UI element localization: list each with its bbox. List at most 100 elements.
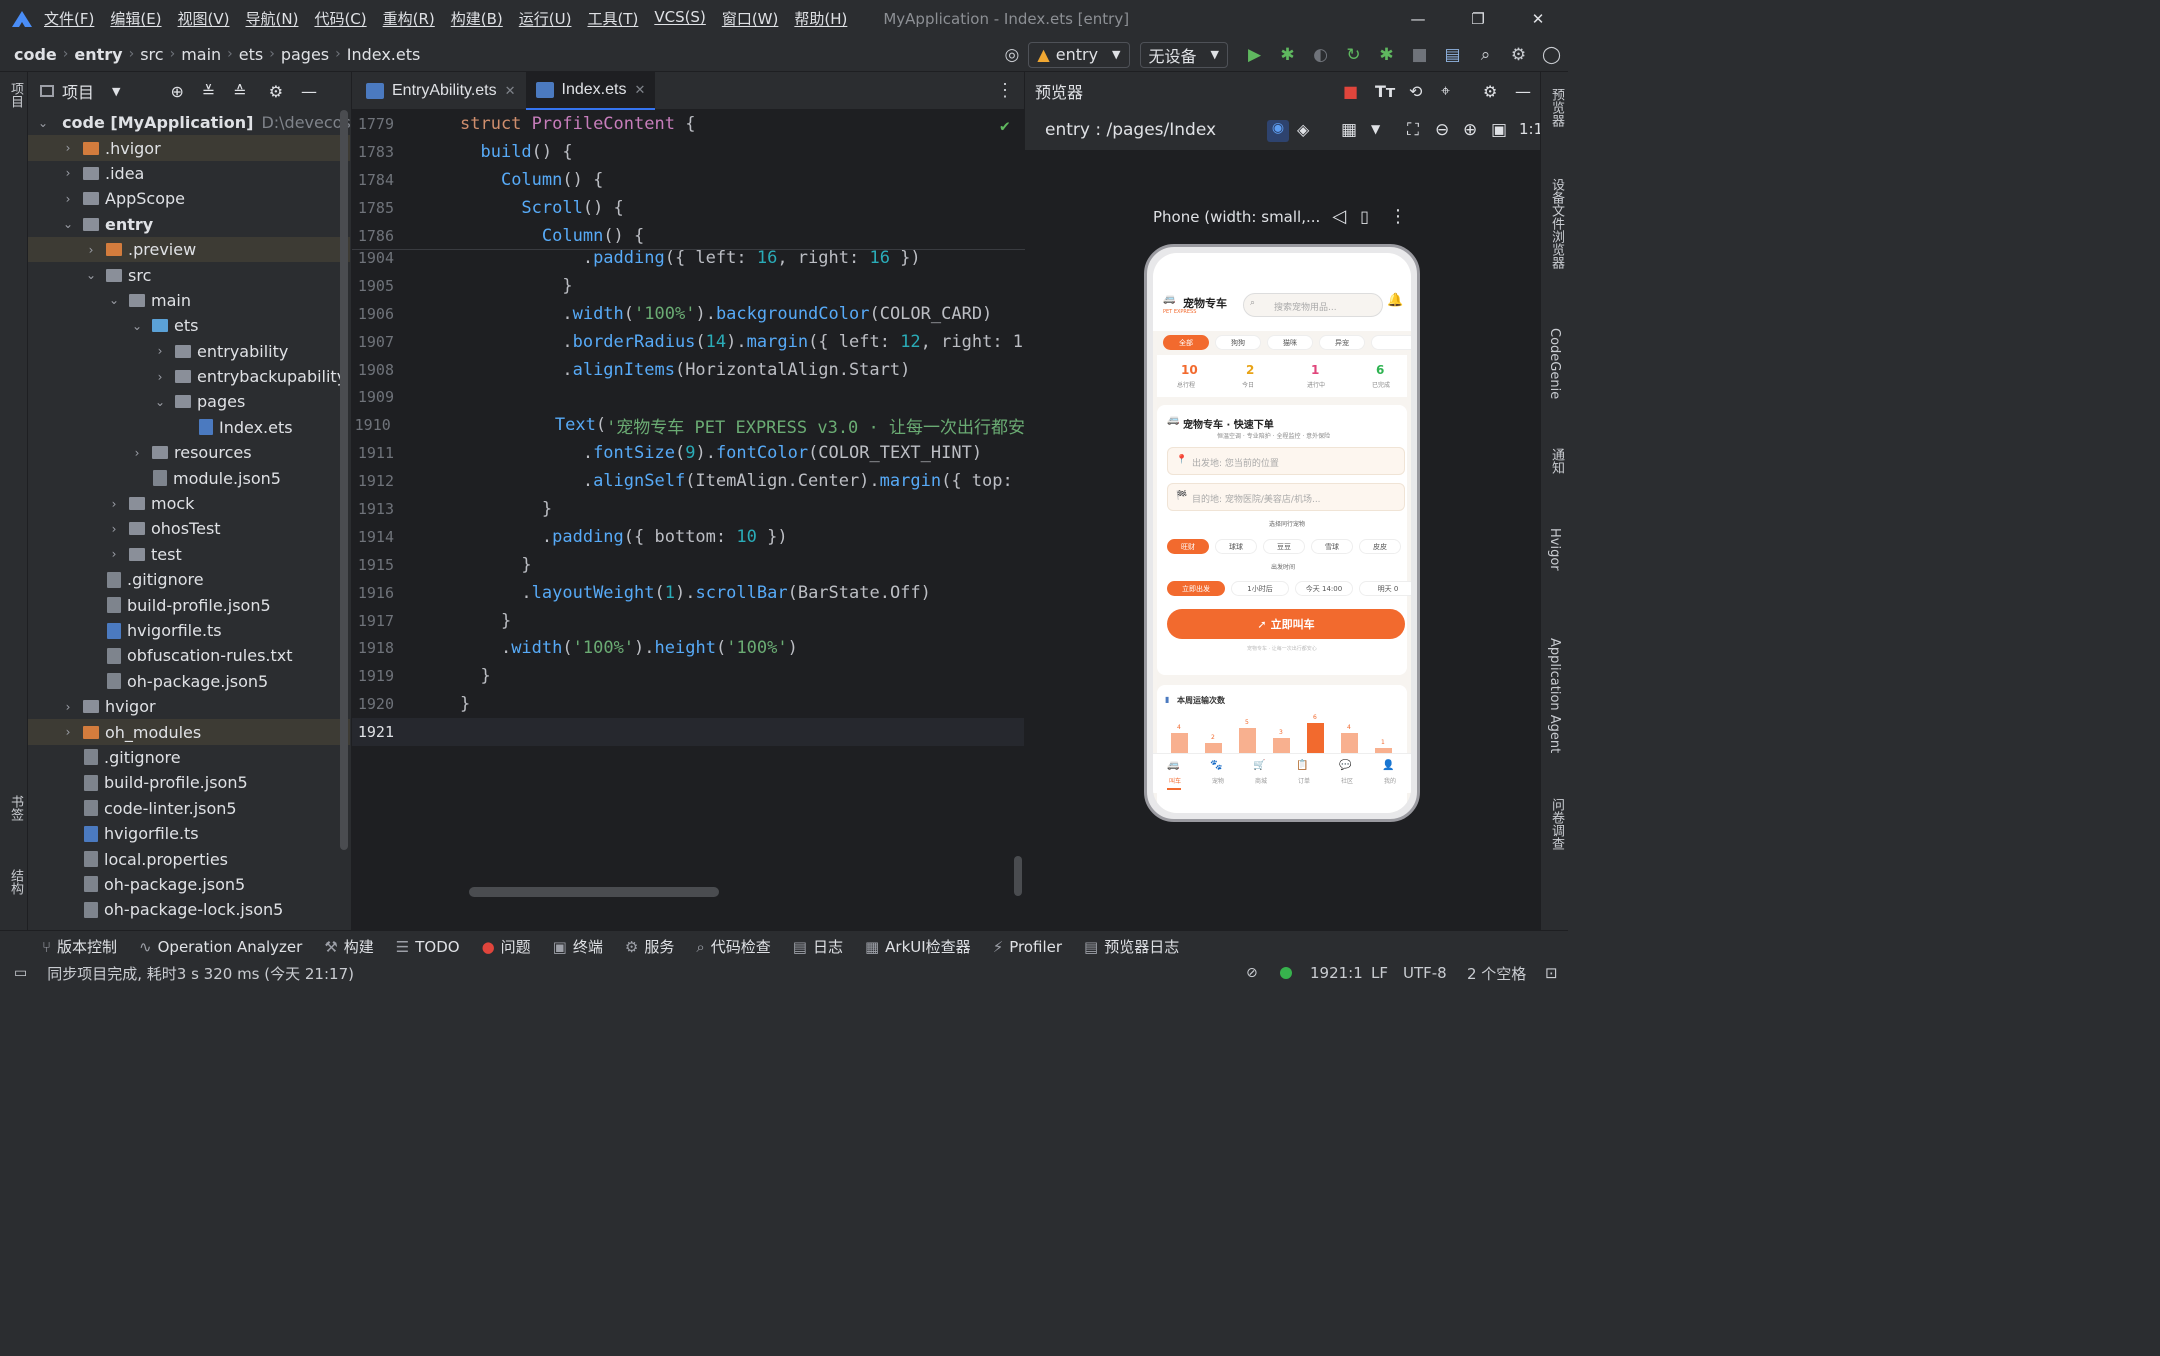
collapse-all-icon[interactable]: ≙ <box>233 82 246 101</box>
breadcrumb-item[interactable]: code <box>14 45 57 64</box>
close-tab-icon[interactable]: ✕ <box>634 82 645 98</box>
refresh-icon[interactable]: ⟲ <box>1409 82 1422 101</box>
chevron-right-icon[interactable]: › <box>61 192 75 206</box>
menu-item[interactable]: 重构(R) <box>383 8 435 29</box>
component-mode-icon[interactable]: ◉ <box>1267 120 1289 142</box>
tree-row[interactable]: ⌄ ets <box>28 313 350 338</box>
chevron-right-icon[interactable]: › <box>153 370 167 384</box>
right-tool-tab[interactable]: Hvigor <box>1547 528 1562 571</box>
menu-item[interactable]: VCS(S) <box>654 8 705 29</box>
chevron-right-icon[interactable]: › <box>61 166 75 180</box>
menu-item[interactable]: 导航(N) <box>246 8 299 29</box>
menu-item[interactable]: 构建(B) <box>451 8 503 29</box>
editor-tab[interactable]: Index.ets ✕ <box>525 71 656 110</box>
tree-row[interactable]: hvigorfile.ts <box>28 821 350 846</box>
time-chip[interactable]: 今天 14:00 <box>1295 581 1353 596</box>
settings-icon[interactable]: ⚙ <box>1502 45 1535 65</box>
tree-row[interactable]: › hvigor <box>28 694 350 719</box>
tree-row[interactable]: obfuscation-rules.txt <box>28 643 350 668</box>
filter-chip[interactable]: 猫咪 <box>1267 335 1313 350</box>
tree-row[interactable]: Index.ets <box>28 415 350 440</box>
tool-window-button[interactable]: ▦ ArkUI检查器 <box>865 936 971 957</box>
line-separator[interactable]: LF <box>1371 964 1388 982</box>
time-chip[interactable]: 明天 0 <box>1359 581 1411 596</box>
editor-tab[interactable]: EntryAbility.ets ✕ <box>356 72 526 110</box>
chevron-down-icon[interactable]: ▼ <box>112 85 120 98</box>
tree-row[interactable]: › .preview <box>28 236 350 263</box>
nav-label[interactable]: 社区 <box>1341 776 1353 785</box>
tree-row[interactable]: › resources <box>28 440 350 465</box>
destination-input[interactable]: 🏁 目的地: 宠物医院/美容店/机场... <box>1167 483 1405 511</box>
filter-chip[interactable]: 狗狗 <box>1215 335 1261 350</box>
stop-icon[interactable]: ■ <box>1403 45 1436 65</box>
chevron-right-icon[interactable]: › <box>107 547 121 561</box>
tree-row[interactable]: .gitignore <box>28 567 350 592</box>
tree-row[interactable]: ⌄ code [MyApplication] D:\devecostu <box>28 110 350 135</box>
filter-chip[interactable]: 全部 <box>1163 335 1209 350</box>
nav-label[interactable]: 我的 <box>1384 776 1396 785</box>
search-box[interactable]: ⌕ 搜索宠物用品... <box>1243 293 1383 317</box>
tree-row[interactable]: oh-package.json5 <box>28 872 350 897</box>
menu-item[interactable]: 文件(F) <box>44 8 94 29</box>
chevron-right-icon[interactable]: › <box>84 243 98 257</box>
more-icon[interactable]: ⋮ <box>1389 206 1407 227</box>
right-tool-tab[interactable]: 问卷调查 <box>1547 798 1566 850</box>
account-icon[interactable]: ◯ <box>1535 45 1568 65</box>
tool-window-button[interactable]: ⑂ 版本控制 <box>42 936 117 957</box>
pet-chip[interactable]: 雪球 <box>1311 539 1353 554</box>
apply-changes-icon[interactable]: ↻ <box>1337 45 1370 65</box>
profile-icon[interactable]: ✱ <box>1370 45 1403 65</box>
filter-chip[interactable]: 异宠 <box>1319 335 1365 350</box>
tool-window-button[interactable]: ● 问题 <box>482 936 531 957</box>
chevron-down-icon[interactable]: ⌄ <box>61 217 75 231</box>
minimize-button[interactable]: — <box>1388 0 1448 37</box>
chevron-right-icon[interactable]: › <box>107 497 121 511</box>
tree-row[interactable]: › AppScope <box>28 186 350 211</box>
nav-label[interactable]: 叫车 <box>1169 776 1181 785</box>
tree-row[interactable]: › .idea <box>28 161 350 186</box>
breadcrumb-item[interactable]: src <box>140 45 163 64</box>
file-encoding[interactable]: UTF-8 <box>1403 964 1447 982</box>
device-select[interactable]: 无设备 ▼ <box>1139 41 1228 68</box>
time-chip[interactable]: 立即出发 <box>1167 581 1225 596</box>
project-panel-title[interactable]: 项目 <box>62 79 94 103</box>
tree-row[interactable]: .gitignore <box>28 745 350 770</box>
fit-screen-icon[interactable]: ⛶ <box>1407 120 1419 140</box>
chevron-down-icon[interactable]: ⌄ <box>84 268 98 282</box>
chevron-right-icon[interactable]: › <box>130 446 144 460</box>
editor-scrollbar[interactable] <box>1014 856 1022 896</box>
tree-row[interactable]: ⌄ pages <box>28 389 350 414</box>
search-icon[interactable]: ⌕ <box>1469 45 1502 65</box>
tree-row[interactable]: local.properties <box>28 846 350 871</box>
font-size-icon[interactable]: Tт <box>1375 82 1395 101</box>
device-manager-icon[interactable]: ▤ <box>1436 45 1469 65</box>
call-car-button[interactable]: ➚ 立即叫车 <box>1167 609 1405 639</box>
caret-position[interactable]: 1921:1 <box>1310 964 1363 982</box>
menu-item[interactable]: 代码(C) <box>314 8 366 29</box>
hide-panel-icon[interactable]: — <box>301 82 317 101</box>
zoom-in-icon[interactable]: ⊕ <box>1463 120 1477 140</box>
pet-chip[interactable]: 皮皮 <box>1359 539 1401 554</box>
chevron-down-icon[interactable]: ⌄ <box>130 319 144 333</box>
chevron-right-icon[interactable]: › <box>61 141 75 155</box>
rotate-device-icon[interactable]: ▯ <box>1360 207 1369 226</box>
expand-all-icon[interactable]: ≚ <box>202 82 215 101</box>
zoom-out-icon[interactable]: ⊖ <box>1435 120 1449 140</box>
menu-item[interactable]: 运行(U) <box>519 8 572 29</box>
horizontal-scrollbar[interactable] <box>469 887 719 897</box>
time-chip[interactable]: 1小时后 <box>1231 581 1289 596</box>
hide-panel-icon[interactable]: — <box>1515 82 1531 101</box>
tree-row[interactable]: build-profile.json5 <box>28 770 350 795</box>
tree-row[interactable]: › .hvigor <box>28 135 350 161</box>
chevron-down-icon[interactable]: ⌄ <box>153 395 167 409</box>
tree-row[interactable]: › mock <box>28 491 350 516</box>
lock-icon[interactable]: ⊡ <box>1545 964 1558 982</box>
right-tool-tab[interactable]: 通知 <box>1547 448 1566 474</box>
tree-row[interactable]: › ohosTest <box>28 516 350 541</box>
more-tabs-icon[interactable]: ⋮ <box>996 80 1014 101</box>
chevron-right-icon[interactable]: › <box>61 700 75 714</box>
nav-label[interactable]: 宠物 <box>1212 776 1224 785</box>
chevron-down-icon[interactable]: ⌄ <box>107 293 121 307</box>
tree-row[interactable]: ⌄ main <box>28 288 350 313</box>
module-select[interactable]: ▲ entry ▼ <box>1028 41 1130 68</box>
